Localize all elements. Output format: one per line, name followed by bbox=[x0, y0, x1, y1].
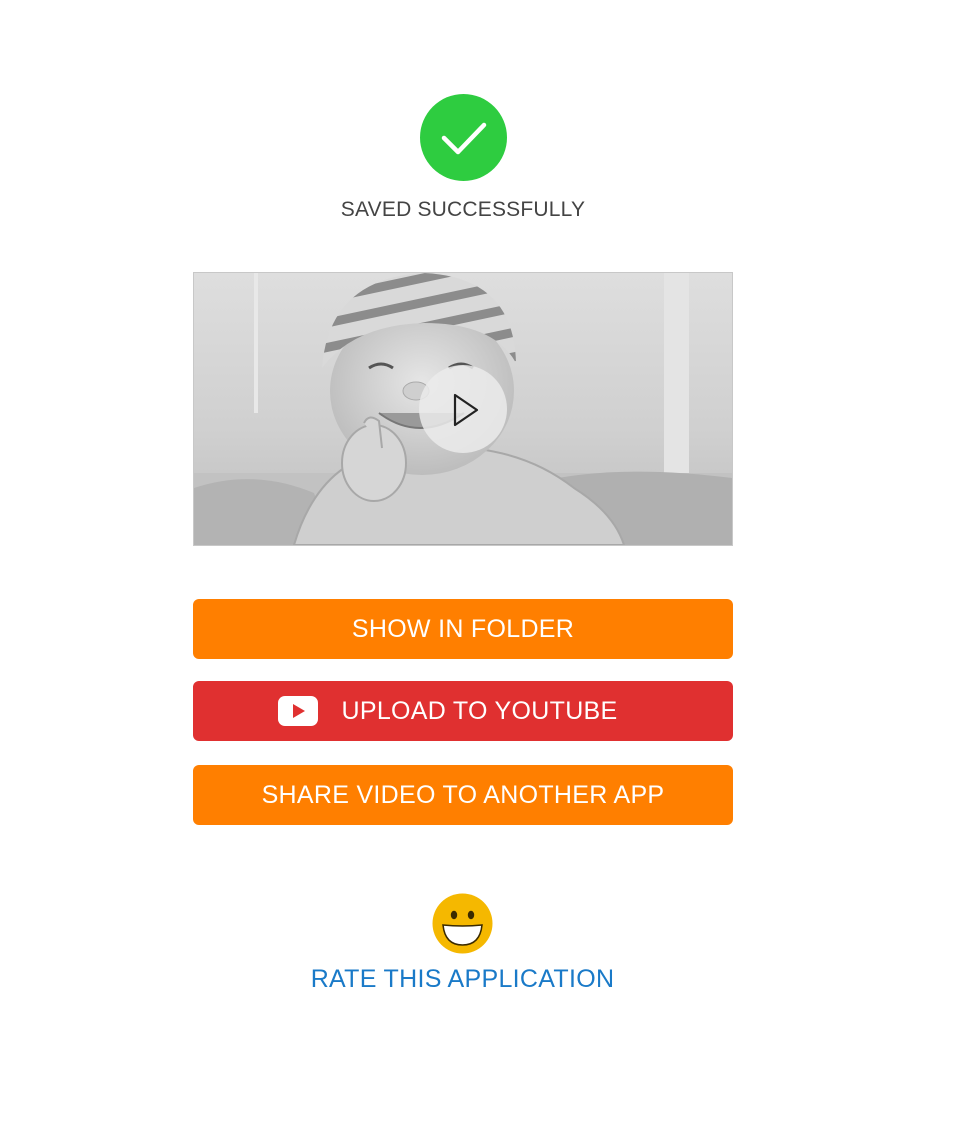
show-in-folder-label: SHOW IN FOLDER bbox=[351, 614, 575, 643]
success-checkmark-icon bbox=[420, 94, 507, 181]
saved-status-message: SAVED SUCCESSFULLY bbox=[340, 198, 586, 221]
play-button[interactable] bbox=[419, 365, 507, 453]
share-video-label: SHARE VIDEO TO ANOTHER APP bbox=[261, 780, 665, 809]
youtube-icon bbox=[278, 696, 319, 726]
rate-application-link[interactable]: RATE THIS APPLICATION bbox=[0, 965, 925, 994]
share-video-button[interactable]: SHARE VIDEO TO ANOTHER APP bbox=[193, 765, 733, 825]
upload-to-youtube-label: UPLOAD TO YOUTUBE bbox=[341, 696, 618, 725]
smiley-icon[interactable] bbox=[432, 893, 493, 954]
upload-to-youtube-button[interactable]: UPLOAD TO YOUTUBE bbox=[193, 681, 733, 741]
play-icon bbox=[453, 393, 479, 427]
show-in-folder-button[interactable]: SHOW IN FOLDER bbox=[193, 599, 733, 659]
video-thumbnail[interactable] bbox=[193, 272, 733, 546]
